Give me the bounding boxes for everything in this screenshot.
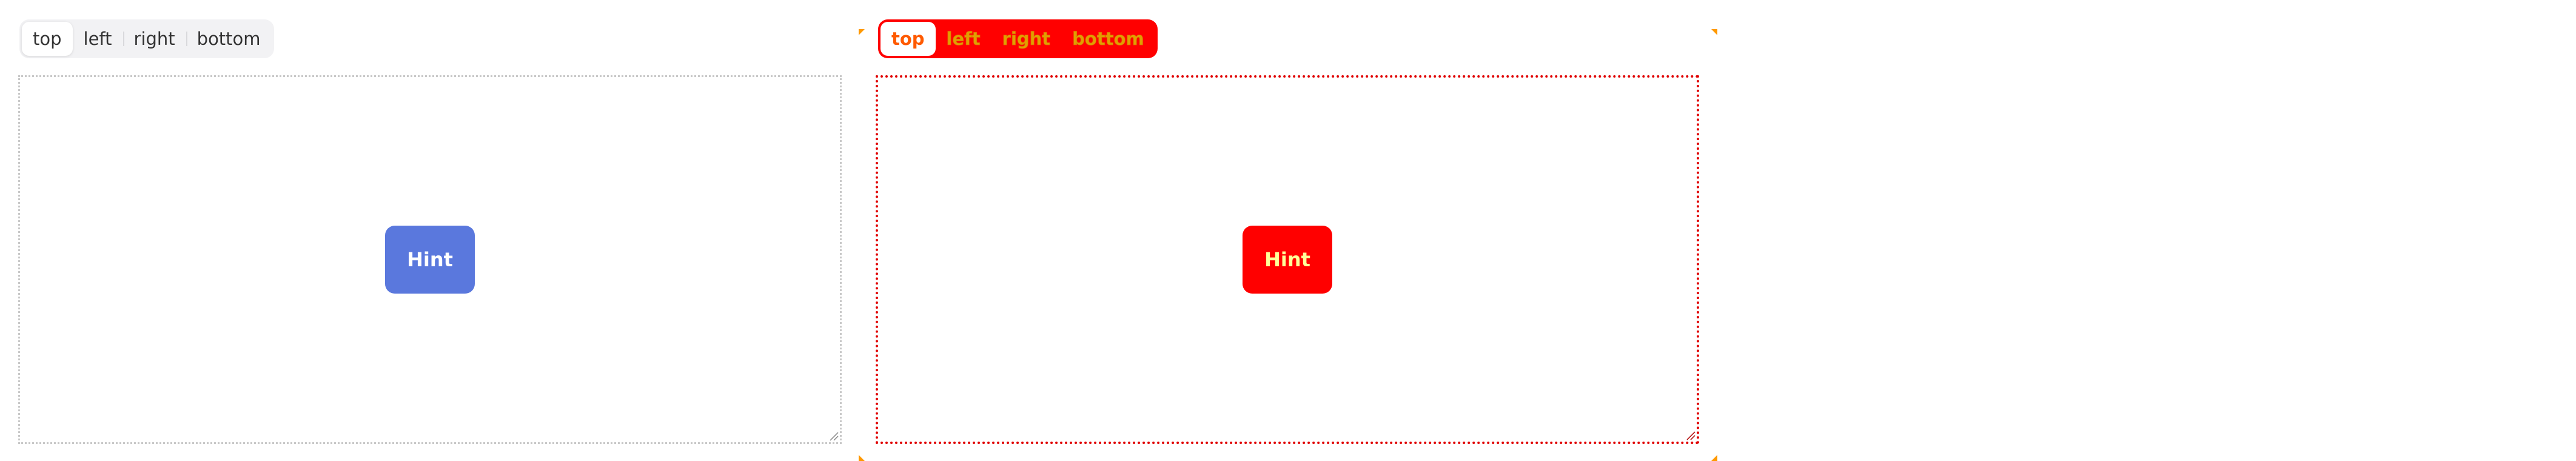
corner-marker-top-right <box>1711 29 1717 35</box>
resize-handle-icon[interactable] <box>1685 429 1696 440</box>
popover-demo-panel-highlighted: top left right bottom Hint <box>859 0 1717 461</box>
placement-option-left[interactable]: left <box>73 22 123 56</box>
placement-option-left[interactable]: left <box>936 22 991 56</box>
corner-marker-bottom-right <box>1711 455 1717 461</box>
hint-button-highlighted[interactable]: Hint <box>1243 226 1332 294</box>
popover-demo-panel: top left right bottom Hint <box>0 0 859 461</box>
placement-option-top[interactable]: top <box>22 22 73 56</box>
resizable-canvas: Hint <box>18 75 842 444</box>
placement-option-bottom[interactable]: bottom <box>1061 22 1155 56</box>
corner-marker-bottom-left <box>859 455 865 461</box>
resize-handle-icon[interactable] <box>828 430 839 441</box>
hint-button[interactable]: Hint <box>385 226 475 294</box>
resizable-canvas-highlighted: Hint <box>876 75 1699 444</box>
stage: top left right bottom Hint top left righ… <box>0 0 2576 461</box>
placement-option-bottom[interactable]: bottom <box>186 22 272 56</box>
placement-segmented-control-highlighted: top left right bottom <box>878 19 1158 58</box>
placement-segmented-control: top left right bottom <box>19 19 274 58</box>
corner-marker-top-left <box>859 29 865 35</box>
placement-option-right[interactable]: right <box>991 22 1062 56</box>
placement-option-right[interactable]: right <box>122 22 186 56</box>
placement-option-top[interactable]: top <box>880 22 936 56</box>
